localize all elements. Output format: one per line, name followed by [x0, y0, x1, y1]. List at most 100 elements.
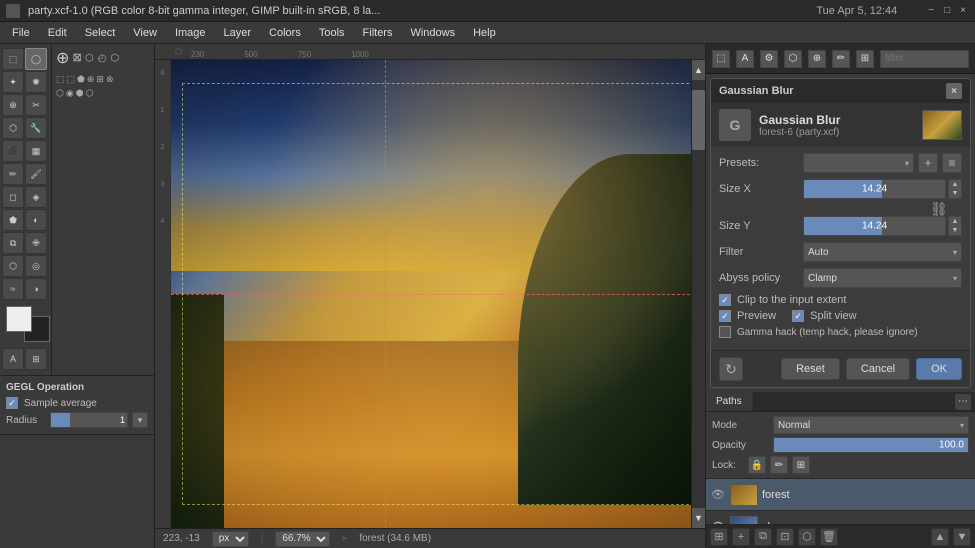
tool-heal[interactable]: ✙	[25, 232, 47, 254]
tool-perspective-clone[interactable]: ⬡	[2, 255, 24, 277]
gamma-checkbox[interactable]	[719, 326, 731, 338]
radius-slider[interactable]: 1	[50, 412, 128, 428]
size-x-spin[interactable]: ▲ ▼	[948, 179, 962, 199]
tool-dodge-burn[interactable]: ◑	[25, 278, 47, 300]
menu-colors[interactable]: Colors	[261, 25, 309, 41]
tool-smudge[interactable]: ≈	[2, 278, 24, 300]
filter-input[interactable]	[885, 53, 964, 64]
layers-tab-menu-btn[interactable]: ⋯	[955, 394, 971, 410]
mode-dropdown[interactable]: Normal ▾	[773, 416, 969, 434]
layer-visibility-forest[interactable]: 👁	[710, 487, 726, 503]
lock-pixels-btn[interactable]: 🔒	[748, 456, 766, 474]
tool-free-select[interactable]: ✦	[2, 71, 24, 93]
lock-alpha-btn[interactable]: ✏	[770, 456, 788, 474]
presets-dropdown[interactable]: ▾	[803, 153, 914, 173]
tool-rectangle-select[interactable]: ⬚	[2, 48, 24, 70]
tool-paths[interactable]: 🔧	[25, 117, 47, 139]
size-x-up[interactable]: ▲	[949, 180, 961, 189]
layers-down-btn[interactable]: ▼	[953, 528, 971, 546]
menu-file[interactable]: File	[4, 25, 38, 41]
menu-select[interactable]: Select	[77, 25, 124, 41]
ok-button[interactable]: OK	[916, 358, 962, 380]
merge-visible-btn[interactable]: ⬡	[798, 528, 816, 546]
tool-airbrush[interactable]: ◈	[25, 186, 47, 208]
size-y-down[interactable]: ▼	[949, 226, 961, 235]
icon-btn-4[interactable]: ⬡	[784, 50, 802, 68]
size-x-slider[interactable]: 14.24	[803, 179, 946, 199]
cancel-button[interactable]: Cancel	[846, 358, 910, 380]
abyss-dropdown[interactable]: Clamp ▾	[803, 268, 962, 288]
icon-btn-5[interactable]: ⊕	[808, 50, 826, 68]
icon-btn-7[interactable]: ⊞	[856, 50, 874, 68]
minimize-button[interactable]: −	[925, 5, 937, 16]
opacity-slider[interactable]: 100.0	[773, 437, 969, 453]
menu-windows[interactable]: Windows	[402, 25, 463, 41]
scroll-down-btn[interactable]: ▼	[692, 508, 705, 528]
unit-select[interactable]: px	[212, 531, 249, 547]
radius-spin[interactable]: ▾	[132, 412, 148, 428]
tool-ellipse-select[interactable]: ◯	[25, 48, 47, 70]
menu-edit[interactable]: Edit	[40, 25, 75, 41]
size-y-up[interactable]: ▲	[949, 217, 961, 226]
presets-row: Presets: ▾ + ≡	[719, 153, 962, 173]
scroll-up-btn[interactable]: ▲	[692, 60, 705, 80]
new-layer-btn[interactable]: +	[732, 528, 750, 546]
layer-item-sky[interactable]: 👁 sky	[706, 511, 975, 524]
refresh-button[interactable]: ↻	[719, 357, 743, 381]
tool-by-color-select[interactable]: ⊕	[2, 94, 24, 116]
reset-button[interactable]: Reset	[781, 358, 840, 380]
menu-layer[interactable]: Layer	[216, 25, 260, 41]
icon-btn-6[interactable]: ✏	[832, 50, 850, 68]
tool-blur-sharpen[interactable]: ◎	[25, 255, 47, 277]
layer-to-image-size-btn[interactable]: ⊡	[776, 528, 794, 546]
tool-ink[interactable]: ⬟	[2, 209, 24, 231]
tool-paintbrush[interactable]: 🖌	[25, 163, 47, 185]
new-layer-group-btn[interactable]: ⊞	[710, 528, 728, 546]
tool-eraser[interactable]: ◻	[2, 186, 24, 208]
close-button[interactable]: ×	[957, 5, 969, 16]
zoom-select[interactable]: 66.7%	[275, 531, 330, 547]
tool-align[interactable]: ⊞	[25, 348, 47, 370]
preview-checkbox[interactable]: ✓	[719, 310, 731, 322]
icon-btn-1[interactable]: ⬚	[712, 50, 730, 68]
clip-checkbox[interactable]: ✓	[719, 294, 731, 306]
lock-position-btn[interactable]: ⊞	[792, 456, 810, 474]
tool-fuzzy-select[interactable]: ✺	[25, 71, 47, 93]
size-y-spin[interactable]: ▲ ▼	[948, 216, 962, 236]
canvas-viewport[interactable]	[171, 60, 705, 528]
size-y-slider[interactable]: 14.24	[803, 216, 946, 236]
tab-paths[interactable]: Paths	[706, 392, 753, 411]
icon-btn-2[interactable]: A	[736, 50, 754, 68]
split-view-checkbox[interactable]: ✓	[792, 310, 804, 322]
size-x-down[interactable]: ▼	[949, 189, 961, 198]
tool-clone[interactable]: ⧉	[2, 232, 24, 254]
tool-mypaints[interactable]: ◐	[25, 209, 47, 231]
delete-layer-btn[interactable]: 🗑	[820, 528, 838, 546]
duplicate-layer-btn[interactable]: ⧉	[754, 528, 772, 546]
tool-blend[interactable]: ▦	[25, 140, 47, 162]
menu-filters[interactable]: Filters	[355, 25, 401, 41]
tool-foreground-select[interactable]: ⬡	[2, 117, 24, 139]
tool-pencil[interactable]: ✏	[2, 163, 24, 185]
icon-btn-3[interactable]: ⚙	[760, 50, 778, 68]
menu-image[interactable]: Image	[167, 25, 214, 41]
dialog-close-button[interactable]: ×	[946, 83, 962, 99]
filter-dropdown[interactable]: Auto ▾	[803, 242, 962, 262]
layer-item-forest[interactable]: 👁 forest	[706, 479, 975, 511]
tool-scissors[interactable]: ✂	[25, 94, 47, 116]
scrollbar-vertical[interactable]: ▲ ▼	[691, 60, 705, 528]
presets-add-button[interactable]: +	[918, 153, 938, 173]
tool-paint-bucket[interactable]: ⬛	[2, 140, 24, 162]
maximize-button[interactable]: □	[941, 5, 953, 16]
scroll-thumb[interactable]	[692, 90, 705, 150]
menu-tools[interactable]: Tools	[311, 25, 353, 41]
foreground-color[interactable]	[6, 306, 32, 332]
sample-average-checkbox[interactable]: ✓	[6, 397, 18, 409]
tool-text[interactable]: A	[2, 348, 24, 370]
presets-menu-button[interactable]: ≡	[942, 153, 962, 173]
layers-up-btn[interactable]: ▲	[931, 528, 949, 546]
menu-view[interactable]: View	[125, 25, 165, 41]
zoom-control: 66.7%	[275, 531, 330, 547]
window-controls[interactable]	[6, 4, 20, 18]
menu-help[interactable]: Help	[465, 25, 504, 41]
